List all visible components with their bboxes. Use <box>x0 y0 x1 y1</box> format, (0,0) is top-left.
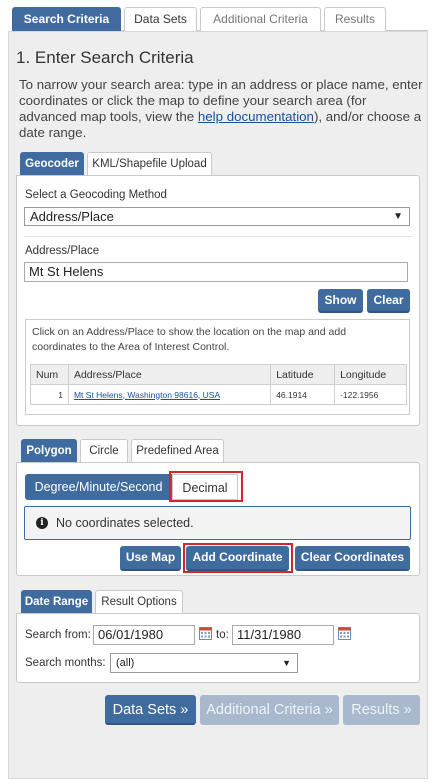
tab-date-range[interactable]: Date Range <box>21 590 92 613</box>
search-from-input[interactable]: 06/01/1980 <box>93 625 195 645</box>
address-result-link[interactable]: Mt St Helens, Washington 98616, USA <box>74 390 220 400</box>
intro-text: To narrow your search area: type in an a… <box>19 77 424 141</box>
cell-latitude: 46.1914 <box>270 384 336 405</box>
cell-longitude: -122.1956 <box>334 384 407 405</box>
tab-results[interactable]: Results <box>324 7 386 31</box>
coordinates-info-box: i No coordinates selected. <box>24 506 411 540</box>
show-button[interactable]: Show <box>318 289 363 313</box>
tab-circle[interactable]: Circle <box>80 439 128 462</box>
column-header: Longitude <box>334 364 407 385</box>
top-tab-bar: Search Criteria Data Sets Additional Cri… <box>12 7 428 31</box>
address-place-input[interactable]: Mt St Helens <box>24 262 408 282</box>
cell-num: 1 <box>30 384 69 405</box>
tab-kml-shapefile-upload[interactable]: KML/Shapefile Upload <box>87 152 212 175</box>
no-coordinates-message: No coordinates selected. <box>56 516 194 530</box>
search-months-value: (all) <box>116 657 135 669</box>
tab-result-options[interactable]: Result Options <box>95 590 183 613</box>
tab-additional-criteria[interactable]: Additional Criteria <box>200 7 321 31</box>
additional-criteria-next-button[interactable]: Additional Criteria » <box>200 695 339 725</box>
column-header: Latitude <box>270 364 336 385</box>
divider <box>24 236 412 237</box>
tab-geocoder[interactable]: Geocoder <box>20 152 84 175</box>
to-label: to: <box>216 629 229 641</box>
geocoding-method-label: Select a Geocoding Method <box>25 189 167 201</box>
clear-button[interactable]: Clear <box>367 289 410 313</box>
search-months-label: Search months: <box>25 657 106 669</box>
chevron-down-icon: ▼ <box>282 658 291 668</box>
geocoder-results-table: Num Address/Place Latitude Longitude 1 M… <box>30 364 407 405</box>
degree-minute-second-toggle[interactable]: Degree/Minute/Second <box>25 474 172 500</box>
search-from-label: Search from: <box>25 629 91 641</box>
page-title: 1. Enter Search Criteria <box>16 48 194 67</box>
results-next-button[interactable]: Results » <box>343 695 420 725</box>
tab-data-sets[interactable]: Data Sets <box>124 7 197 31</box>
use-map-button[interactable]: Use Map <box>120 546 181 571</box>
chevron-down-icon: ▼ <box>393 211 403 222</box>
help-documentation-link[interactable]: help documentation <box>198 109 314 124</box>
calendar-icon[interactable] <box>338 627 351 640</box>
info-icon: i <box>36 517 48 529</box>
table-row[interactable]: 1 Mt St Helens, Washington 98616, USA 46… <box>30 384 407 405</box>
geocoding-method-select[interactable]: Address/Place ▼ <box>24 207 410 226</box>
search-to-input[interactable]: 11/31/1980 <box>232 625 334 645</box>
tab-predefined-area[interactable]: Predefined Area <box>131 439 224 462</box>
column-header: Address/Place <box>67 364 272 385</box>
column-header: Num <box>30 364 69 385</box>
cell-address: Mt St Helens, Washington 98616, USA <box>67 384 272 405</box>
calendar-icon[interactable] <box>199 627 212 640</box>
address-place-label: Address/Place <box>25 245 100 257</box>
data-sets-next-button[interactable]: Data Sets » <box>105 695 196 725</box>
tab-polygon[interactable]: Polygon <box>21 439 77 462</box>
add-coordinate-highlight <box>183 543 293 573</box>
tab-search-criteria[interactable]: Search Criteria <box>12 7 121 31</box>
results-hint: Click on an Address/Place to show the lo… <box>32 326 347 353</box>
geocoding-method-value: Address/Place <box>30 209 114 224</box>
clear-coordinates-button[interactable]: Clear Coordinates <box>295 546 410 571</box>
decimal-highlight <box>169 471 243 502</box>
search-months-select[interactable]: (all) ▼ <box>110 653 298 673</box>
